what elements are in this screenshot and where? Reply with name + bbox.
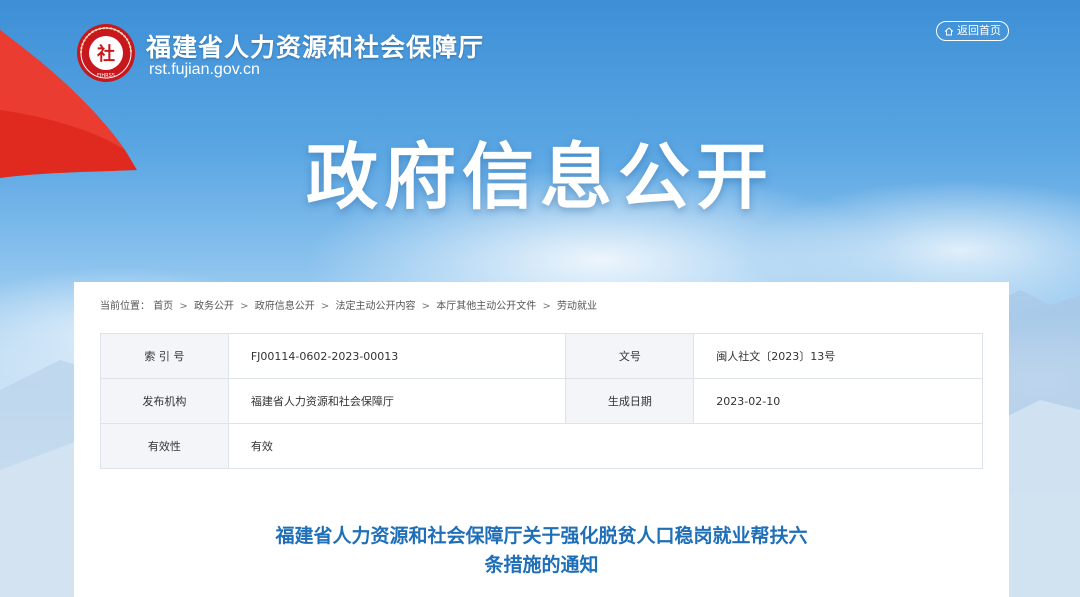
document-number-value: 闽人社文〔2023〕13号 [693,333,983,379]
document-metadata-table: 索 引 号 FJ00114-0602-2023-00013 文号 闽人社文〔20… [100,333,984,469]
issuer-label: 发布机构 [100,378,229,424]
breadcrumb-separator: > [542,301,551,312]
table-row: 索 引 号 FJ00114-0602-2023-00013 文号 闽人社文〔20… [100,333,983,379]
breadcrumb-home[interactable]: 首页 [153,301,173,312]
site-domain: rst.fujian.gov.cn [149,61,260,78]
home-icon [944,26,954,35]
index-number-value: FJ00114-0602-2023-00013 [227,333,567,379]
issuer-value: 福建省人力资源和社会保障厅 [227,378,567,424]
document-title-line-2: 条措施的通知 [484,554,599,576]
breadcrumb-separator: > [179,301,188,312]
banner-title: 政府信息公开 [305,135,774,219]
back-home-button[interactable]: 返回首页 [936,21,1009,41]
document-title-line-1: 福建省人力资源和社会保障厅关于强化脱贫人口稳岗就业帮扶六 [275,525,808,547]
breadcrumb-statutory-disclosure[interactable]: 法定主动公开内容 [335,301,415,312]
creation-date-value: 2023-02-10 [693,378,983,424]
index-number-label: 索 引 号 [100,333,229,379]
table-row: 有效性 有效 [100,423,984,469]
validity-value: 有效 [227,423,984,469]
breadcrumb: 当前位置： 首页 > 政务公开 > 政府信息公开 > 法定主动公开内容 > 本厅… [100,297,597,312]
department-logo: 社 FJHRSS [77,24,135,82]
site-name: 福建省人力资源和社会保障厅 [146,33,485,62]
breadcrumb-separator: > [421,301,431,312]
creation-date-label: 生成日期 [565,378,695,424]
content-panel: 当前位置： 首页 > 政务公开 > 政府信息公开 > 法定主动公开内容 > 本厅… [74,282,1009,597]
breadcrumb-separator: > [240,301,249,312]
document-title: 福建省人力资源和社会保障厅关于强化脱贫人口稳岗就业帮扶六 条措施的通知 [74,522,1009,580]
table-row: 发布机构 福建省人力资源和社会保障厅 生成日期 2023-02-10 [100,378,983,424]
back-home-label: 返回首页 [957,24,1001,37]
svg-text:社: 社 [97,43,115,65]
breadcrumb-label: 当前位置： [100,301,150,312]
breadcrumb-other-documents[interactable]: 本厅其他主动公开文件 [436,301,536,312]
breadcrumb-separator: > [320,301,330,312]
document-number-label: 文号 [565,333,695,379]
breadcrumb-gov-info-disclosure[interactable]: 政府信息公开 [255,301,315,312]
breadcrumb-labor-employment[interactable]: 劳动就业 [557,301,597,312]
validity-label: 有效性 [100,423,229,469]
svg-text:FJHRSS: FJHRSS [97,73,115,79]
breadcrumb-gov-affairs[interactable]: 政务公开 [194,301,234,312]
